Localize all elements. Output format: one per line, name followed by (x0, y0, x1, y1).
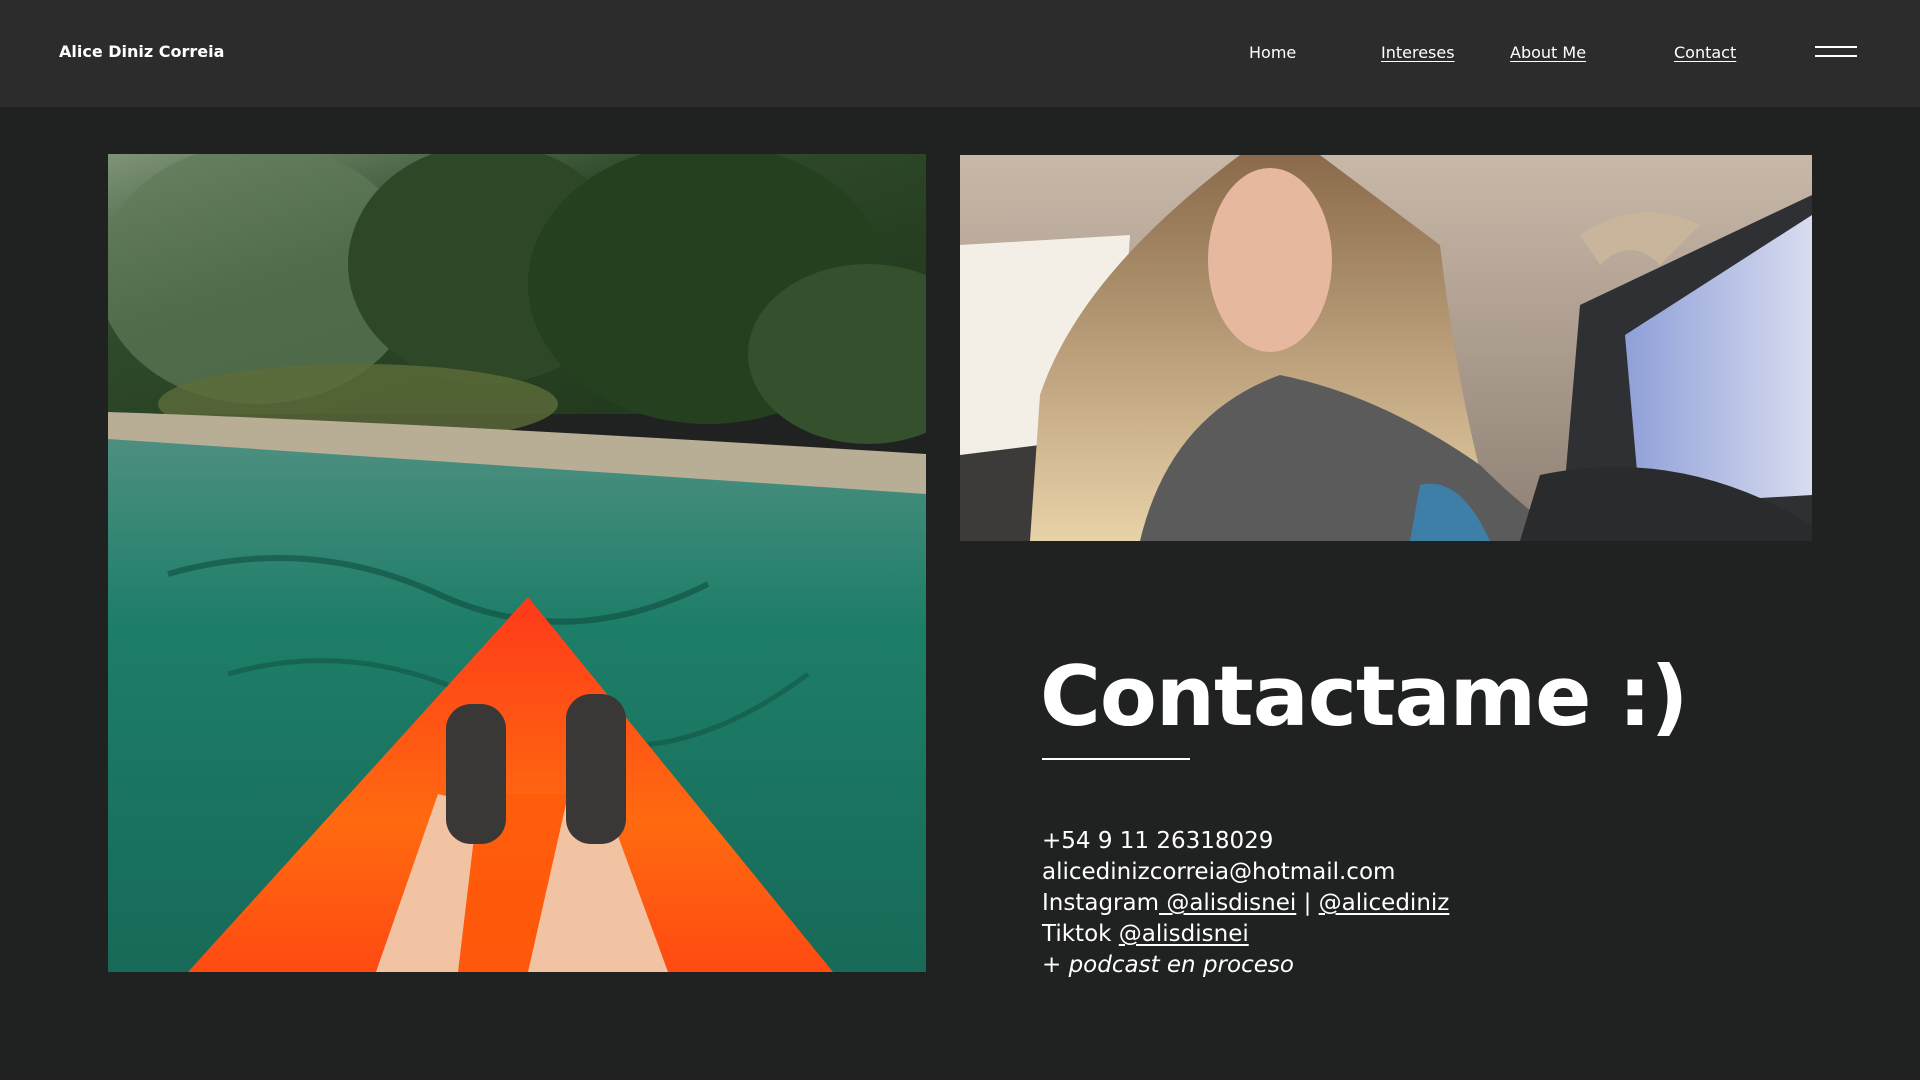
hamburger-menu-icon[interactable] (1815, 46, 1857, 61)
kayak-lake-image (108, 154, 926, 972)
nav-intereses[interactable]: Intereses (1381, 43, 1455, 62)
nav-home[interactable]: Home (1249, 43, 1296, 62)
instagram-separator: | (1296, 890, 1319, 916)
contact-info: +54 9 11 26318029 alicedinizcorreia@hotm… (1042, 826, 1449, 981)
tiktok-link-alisdisnei[interactable]: @alisdisnei (1119, 921, 1249, 947)
kayak-lake-photo (108, 154, 926, 972)
instagram-link-alicediniz[interactable]: @alicediniz (1319, 890, 1450, 916)
car-selfie-photo (960, 155, 1812, 541)
contact-instagram: Instagram @alisdisnei | @alicediniz (1042, 888, 1449, 919)
contact-email: alicedinizcorreia@hotmail.com (1042, 859, 1396, 885)
contact-tiktok: Tiktok @alisdisnei (1042, 919, 1449, 950)
instagram-label: Instagram (1042, 890, 1160, 916)
car-selfie-image (960, 155, 1812, 541)
nav-contact[interactable]: Contact (1674, 43, 1736, 62)
podcast-note: + podcast en proceso (1042, 952, 1294, 978)
title-underline-divider (1042, 758, 1190, 760)
contact-phone: +54 9 11 26318029 (1042, 828, 1274, 854)
contact-title: Contactame :) (1040, 648, 1688, 745)
nav-about-me[interactable]: About Me (1510, 43, 1586, 62)
site-brand[interactable]: Alice Diniz Correia (59, 42, 224, 61)
instagram-link-alisdisnei[interactable]: @alisdisnei (1159, 890, 1296, 916)
site-header: Alice Diniz Correia Home Intereses About… (0, 0, 1920, 107)
tiktok-label: Tiktok (1042, 921, 1119, 947)
